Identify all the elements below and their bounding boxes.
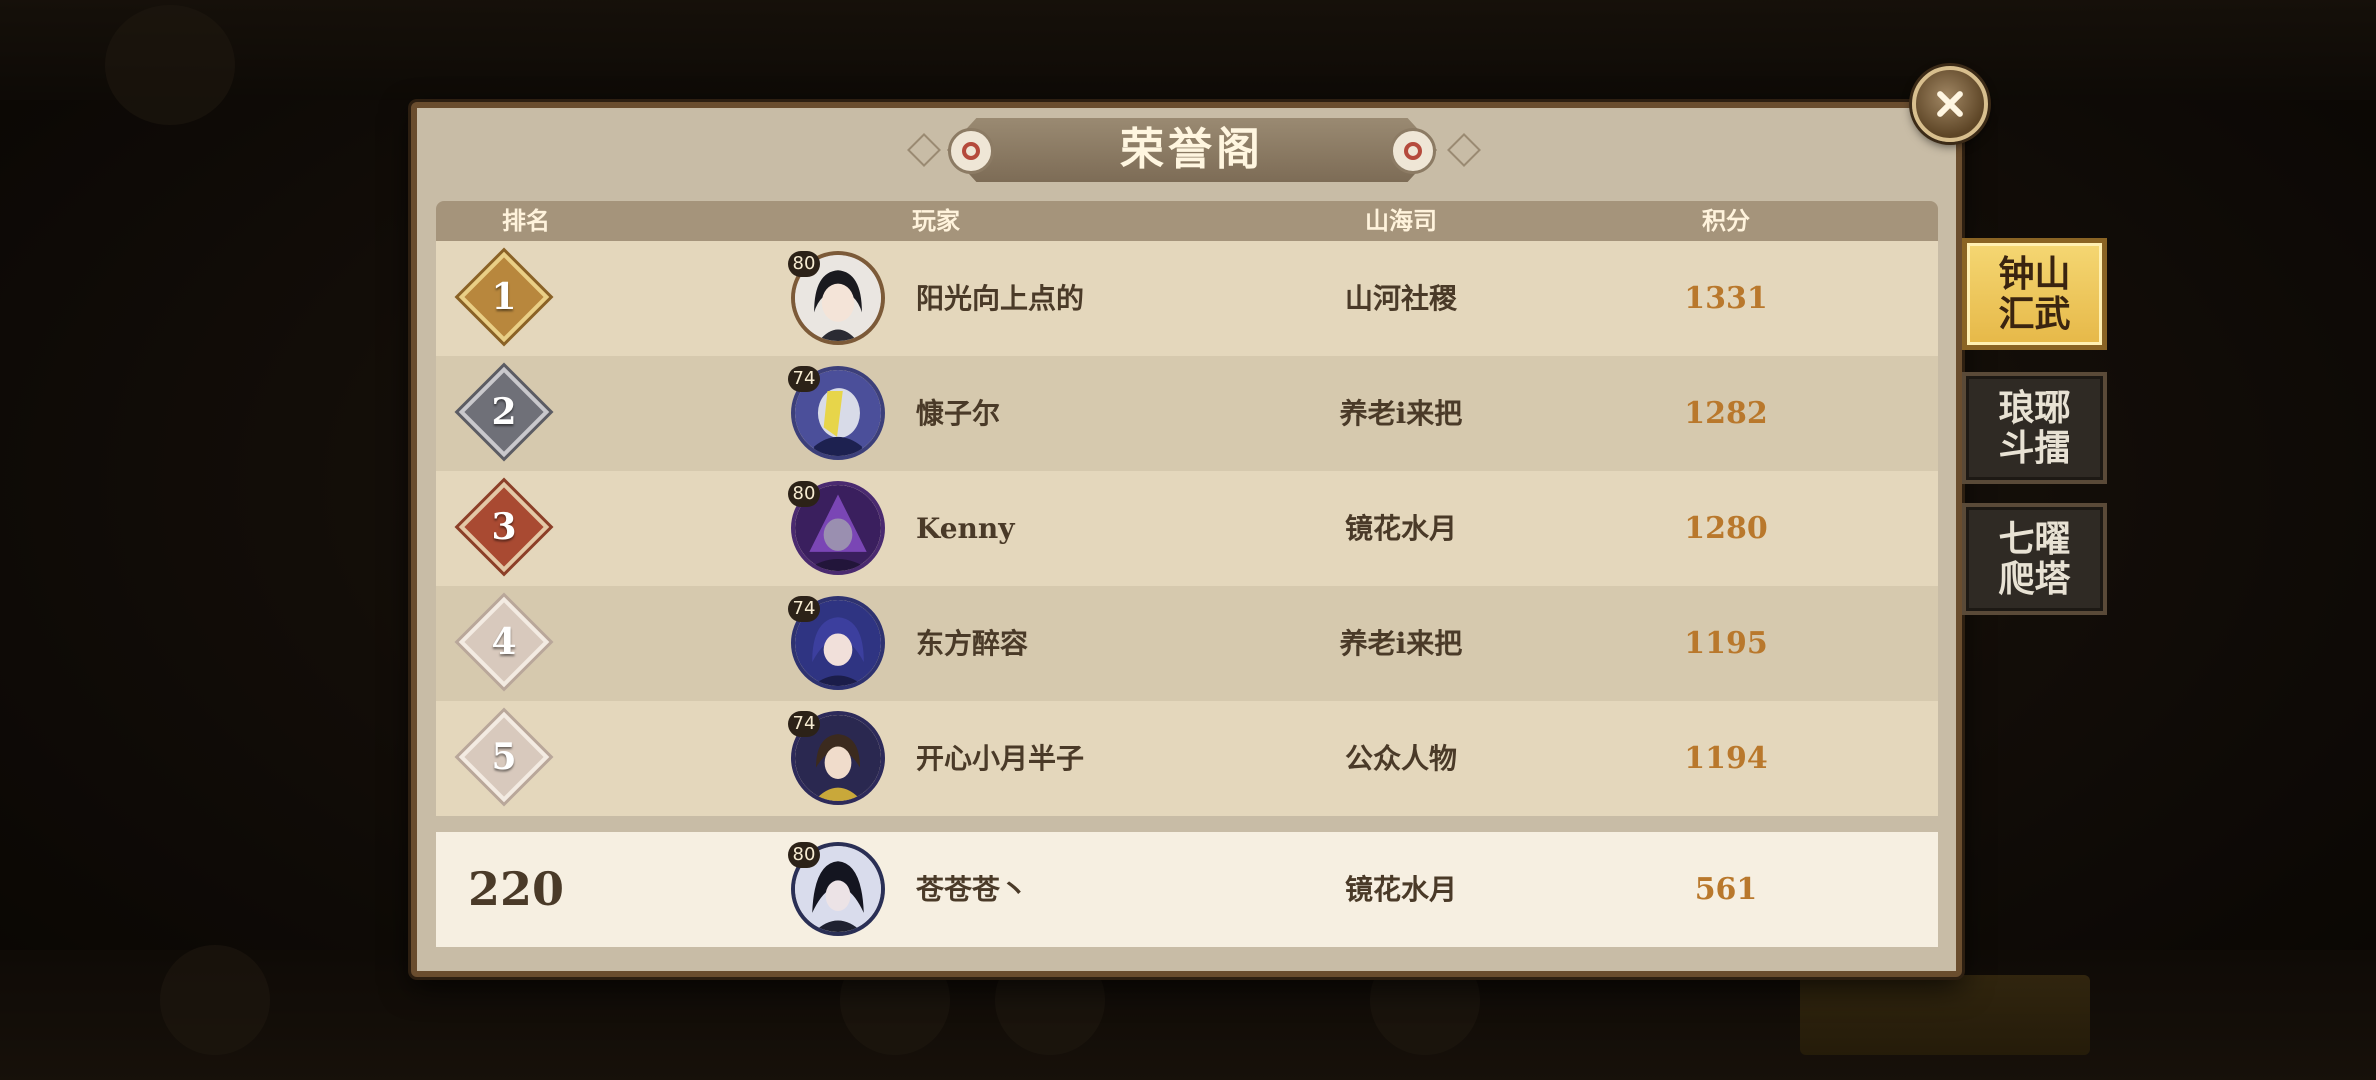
player-guild: 公众人物 [1344, 742, 1457, 775]
honor-hall-panel: 荣誉阁 排名 玩家 山海司 积分 1 80 阳光向上点的 山河社稷 1331 2… [411, 102, 1962, 977]
ranking-row-3[interactable]: 3 80 Kenny 镜花水月 1280 [436, 471, 1938, 586]
tab-label: 七曜爬塔 [1998, 518, 2071, 600]
my-ranking-row[interactable]: 220 80 苍苍苍丶 镜花水月 561 [436, 832, 1938, 947]
player-level-badge: 74 [788, 366, 820, 392]
rank-number: 2 [491, 391, 517, 433]
player-score: 1194 [1684, 741, 1768, 776]
player-name: 开心小月半子 [916, 742, 1085, 775]
my-rank-number: 220 [468, 862, 565, 916]
header-score: 积分 [1702, 206, 1750, 235]
rank-number: 5 [491, 736, 517, 778]
header-rank: 排名 [502, 206, 550, 235]
player-guild: 山河社稷 [1344, 282, 1457, 315]
ranking-row-5[interactable]: 5 74 开心小月半子 公众人物 1194 [436, 701, 1938, 816]
ranking-row-1[interactable]: 1 80 阳光向上点的 山河社稷 1331 [436, 241, 1938, 356]
ranking-row-2[interactable]: 2 74 慷子尔 养老i来把 1282 [436, 356, 1938, 471]
tab-zhongshan-huiwu[interactable]: 钟山汇武 [1962, 238, 2107, 350]
rank-number: 1 [491, 276, 517, 318]
rank-number: 3 [491, 506, 517, 548]
player-level-badge: 80 [788, 842, 820, 868]
player-score: 1331 [1684, 281, 1768, 316]
ranking-row-4[interactable]: 4 74 东方醉容 养老i来把 1195 [436, 586, 1938, 701]
player-score: 1195 [1684, 626, 1768, 661]
player-score: 1282 [1684, 396, 1768, 431]
player-name: 慷子尔 [916, 397, 1001, 430]
player-level-badge: 80 [788, 251, 820, 277]
player-score: 561 [1694, 872, 1758, 907]
table-header: 排名 玩家 山海司 积分 [436, 201, 1938, 241]
player-level-badge: 80 [788, 481, 820, 507]
player-guild: 养老i来把 [1339, 397, 1463, 430]
player-score: 1280 [1684, 511, 1768, 546]
banner-left-tip [907, 133, 941, 167]
header-player: 玩家 [912, 206, 960, 235]
rank-number: 4 [491, 621, 517, 663]
player-name: 苍苍苍丶 [916, 873, 1029, 906]
tab-langya-douleí[interactable]: 琅琊斗擂 [1962, 372, 2107, 484]
player-guild: 镜花水月 [1344, 512, 1457, 545]
player-guild: 养老i来把 [1339, 627, 1463, 660]
player-name: 东方醉容 [916, 627, 1029, 660]
tab-qiyao-tower[interactable]: 七曜爬塔 [1962, 503, 2107, 615]
player-guild: 镜花水月 [1344, 873, 1457, 906]
panel-title: 荣誉阁 [1120, 124, 1264, 175]
player-level-badge: 74 [788, 596, 820, 622]
player-level-badge: 74 [788, 711, 820, 737]
close-button[interactable] [1912, 66, 1988, 142]
tab-label: 琅琊斗擂 [1998, 387, 2071, 469]
player-name: Kenny [916, 512, 1015, 545]
header-guild: 山海司 [1365, 206, 1437, 235]
banner-right-tip [1447, 133, 1481, 167]
tab-label: 钟山汇武 [1998, 253, 2071, 335]
player-name: 阳光向上点的 [916, 282, 1085, 315]
